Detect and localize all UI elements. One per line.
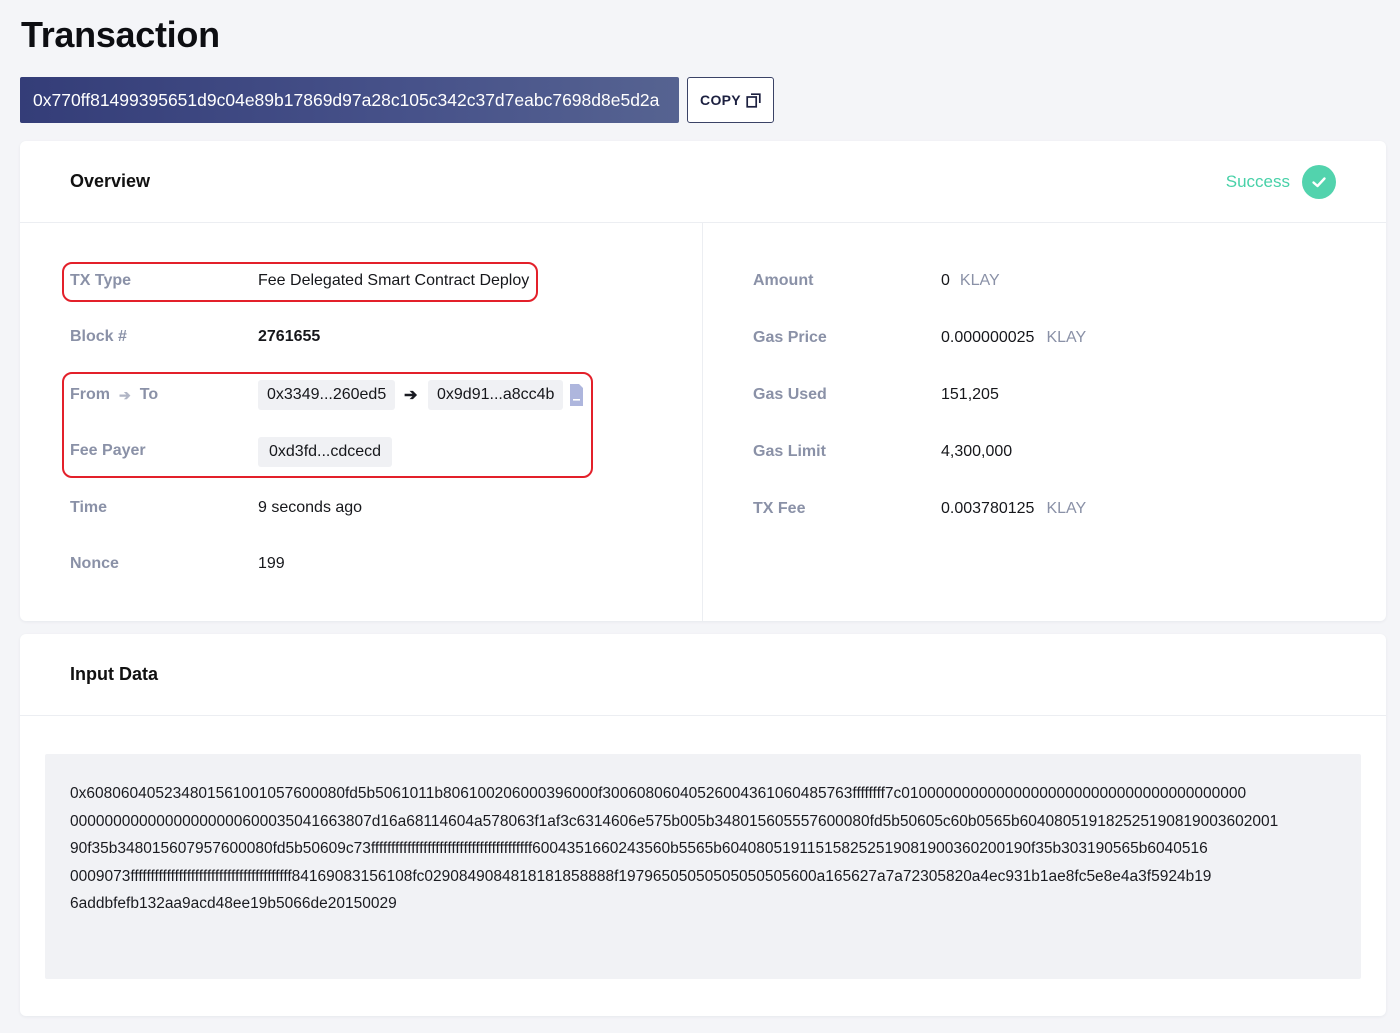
tx-fee-unit: KLAY [1046, 500, 1087, 517]
tx-type-label: TX Type [70, 272, 132, 289]
input-data-line: 6addbfefb132aa9acd48ee19b5066de20150029 [70, 895, 397, 912]
time-value: 9 seconds ago [258, 499, 363, 516]
tx-fee-value: 0.003780125 KLAY [941, 500, 1086, 518]
input-data-header: Input Data [20, 634, 1386, 716]
input-data-line: 00000000000000000000600035041663807d16a6… [70, 812, 1279, 830]
status-indicator: Success [1226, 165, 1336, 199]
gas-used-value: 151,205 [941, 386, 999, 403]
block-label: Block # [70, 328, 127, 345]
nonce-label: Nonce [70, 555, 119, 572]
tx-hash-box: 0x770ff81499395651d9c04e89b17869d97a28c1… [20, 77, 679, 123]
from-address-chip[interactable]: 0x3349...260ed5 [258, 380, 396, 410]
tx-type-value: Fee Delegated Smart Contract Deploy [258, 272, 530, 289]
time-label: Time [70, 499, 108, 516]
nonce-value: 199 [258, 555, 285, 572]
overview-card: Overview Success TX Type Fee Delegated S… [20, 141, 1386, 621]
from-to-label: From ➔ To [70, 386, 158, 404]
input-data-box[interactable]: 0x608060405234801561001057600080fd5b5061… [45, 754, 1361, 979]
amount-unit: KLAY [959, 272, 1000, 289]
amount-value: 0 KLAY [941, 272, 1000, 290]
input-data-line: 90f35b348015607957600080fd5b50609c73ffff… [70, 840, 1208, 857]
tx-fee-label: TX Fee [753, 500, 806, 517]
arrow-right-icon: ➔ [119, 386, 131, 403]
gas-used-label: Gas Used [753, 386, 827, 403]
success-check-icon [1302, 165, 1336, 199]
status-text: Success [1225, 172, 1290, 191]
input-data-line: 0x608060405234801561001057600080fd5b5061… [70, 785, 1247, 802]
gas-price-number: 0.000000025 [941, 329, 1035, 346]
copy-button[interactable]: COPY [687, 77, 774, 123]
overview-header: Overview Success [20, 141, 1386, 223]
page-title: Transaction [21, 14, 220, 55]
gas-price-unit: KLAY [1046, 329, 1087, 346]
arrow-right-icon: ➔ [404, 387, 418, 404]
overview-title: Overview [70, 171, 151, 191]
from-label: From [70, 386, 110, 403]
to-address-chip[interactable]: 0x9d91...a8cc4b [428, 380, 564, 410]
column-divider [702, 223, 703, 621]
fee-payer-address-chip[interactable]: 0xd3fd...cdcecd [258, 437, 393, 467]
copy-icon [746, 92, 761, 108]
contract-document-icon [570, 384, 583, 406]
input-data-title: Input Data [70, 664, 158, 684]
input-data-line: 0009073fffffffffffffffffffffffffffffffff… [70, 867, 1212, 885]
amount-number: 0 [941, 272, 950, 289]
amount-label: Amount [753, 272, 814, 289]
input-data-card: Input Data 0x608060405234801561001057600… [20, 634, 1386, 1016]
copy-button-label: COPY [700, 92, 741, 108]
gas-limit-label: Gas Limit [753, 443, 826, 460]
fee-payer-label: Fee Payer [70, 442, 146, 459]
block-number-link[interactable]: 2761655 [258, 328, 320, 346]
tx-fee-number: 0.003780125 [941, 500, 1035, 517]
gas-limit-value: 4,300,000 [941, 443, 1013, 460]
to-label: To [139, 386, 159, 403]
gas-price-label: Gas Price [753, 329, 827, 346]
gas-price-value: 0.000000025 KLAY [941, 329, 1086, 347]
